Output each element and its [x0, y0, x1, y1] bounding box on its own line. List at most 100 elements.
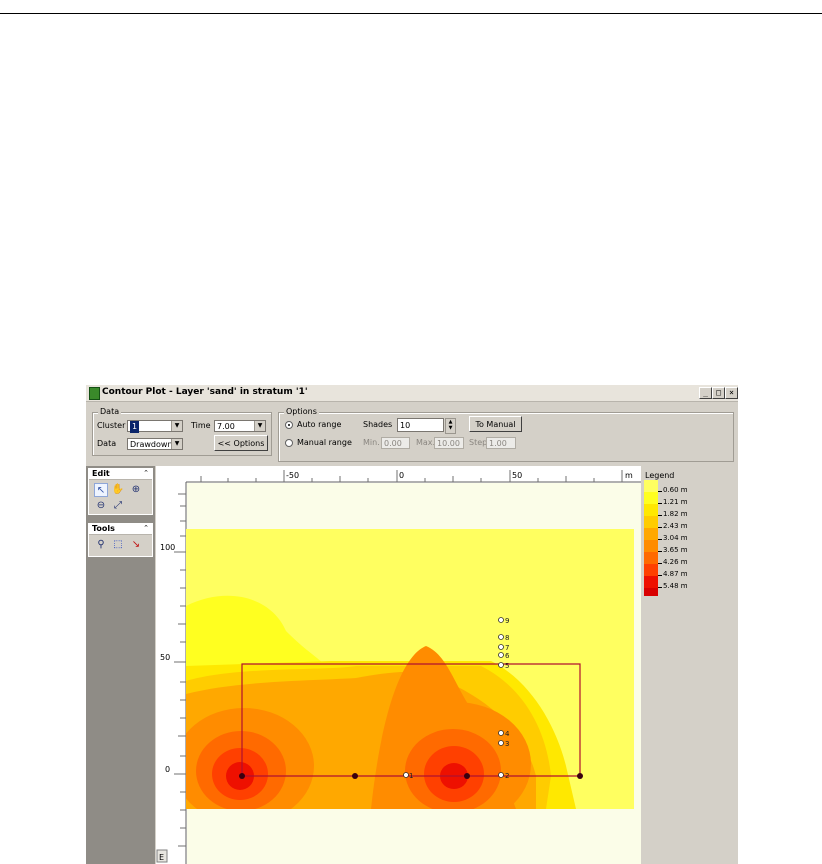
observation-well-icon[interactable] — [498, 772, 504, 778]
observation-well-icon[interactable] — [498, 740, 504, 746]
x-unit-label: m — [625, 471, 633, 480]
observation-well-icon[interactable] — [498, 652, 504, 658]
minimize-button[interactable]: _ — [699, 387, 712, 399]
max-label: Max. — [416, 438, 436, 447]
hand-icon[interactable]: ✋ — [111, 483, 125, 497]
time-value: 7.00 — [217, 422, 235, 431]
well-label: 2 — [505, 772, 509, 780]
legend: 0.60 m 1.21 m 1.82 m 2.43 m 3.04 m 3.65 m 4.26… — [644, 480, 734, 598]
pumping-well[interactable] — [352, 773, 358, 779]
plot-area[interactable]: -50 0 50 m 100 50 0 E 1 2 3 4 5 6 7 8 9 — [156, 466, 641, 864]
chevron-down-icon: ▼ — [171, 439, 182, 449]
well-label: 4 — [505, 730, 510, 738]
auto-range-label: Auto range — [297, 420, 342, 429]
chevron-down-icon: ▼ — [254, 421, 265, 431]
max-input[interactable]: 10.00 — [434, 437, 464, 449]
observation-well-icon[interactable] — [498, 662, 504, 668]
edit-panel: Edit ⌃ ↖ ✋ ⊕ ⊖ ⤢ — [88, 468, 153, 515]
close-button[interactable]: × — [725, 387, 738, 399]
legend-tick — [658, 515, 662, 516]
collapse-icon[interactable]: ⌃ — [143, 524, 149, 532]
x-tick-label: 0 — [399, 471, 404, 480]
legend-swatch — [644, 516, 658, 528]
legend-tick — [658, 551, 662, 552]
pumping-well[interactable] — [239, 773, 245, 779]
legend-label: 0.60 m — [663, 486, 688, 494]
min-label: Min. — [363, 438, 380, 447]
select-rect-icon[interactable]: ⬚ — [111, 538, 125, 552]
tool-pane: Edit ⌃ ↖ ✋ ⊕ ⊖ ⤢ Tools ⌃ ⚲ ⬚ ↘ — [86, 466, 155, 864]
observation-well-icon[interactable] — [498, 730, 504, 736]
step-label: Step — [469, 438, 488, 447]
manual-range-label: Manual range — [297, 438, 352, 447]
contour-plot[interactable]: -50 0 50 m 100 50 0 E 1 2 3 4 5 6 7 8 9 — [156, 466, 641, 864]
observation-well-icon[interactable] — [498, 617, 504, 623]
legend-label: 4.87 m — [663, 570, 688, 578]
data-group: Data Cluster 1 ▼ Time 7.00 ▼ Data Drawdo… — [92, 407, 272, 456]
legend-tick — [658, 503, 662, 504]
cluster-select[interactable]: 1 ▼ — [127, 420, 183, 433]
legend-tick — [658, 527, 662, 528]
observation-well-icon[interactable] — [498, 634, 504, 640]
legend-label: 4.26 m — [663, 558, 688, 566]
legend-swatch — [644, 480, 658, 492]
edit-panel-title: Edit — [92, 469, 110, 478]
tools-panel-title: Tools — [92, 524, 115, 533]
observation-well-icon[interactable] — [498, 644, 504, 650]
title-bar[interactable]: Contour Plot - Layer 'sand' in stratum '… — [86, 385, 738, 402]
zoom-extent-icon[interactable]: ⤢ — [111, 499, 125, 513]
profile-line-icon[interactable]: ↘ — [129, 538, 143, 552]
time-select[interactable]: 7.00 ▼ — [214, 420, 266, 432]
y-tick-label: 50 — [160, 653, 170, 662]
pumping-well[interactable] — [464, 773, 470, 779]
legend-swatch — [644, 504, 658, 516]
well-label: 1 — [409, 772, 413, 780]
min-input[interactable]: 0.00 — [381, 437, 410, 449]
contour-field — [186, 529, 634, 809]
step-input[interactable]: 1.00 — [486, 437, 516, 449]
data-select[interactable]: Drawdown ▼ — [127, 438, 183, 450]
to-manual-button[interactable]: To Manual — [469, 416, 522, 432]
cluster-value: 1 — [130, 421, 140, 433]
options-toggle-button[interactable]: << Options — [214, 435, 268, 451]
contour-plot-window: Contour Plot - Layer 'sand' in stratum '… — [86, 385, 738, 864]
legend-tick — [658, 587, 662, 588]
zoom-in-icon[interactable]: ⊕ — [129, 483, 143, 497]
legend-swatch — [644, 552, 658, 564]
legend-swatch — [644, 564, 658, 576]
spin-down-icon[interactable]: ▼ — [449, 425, 453, 431]
well-label: 7 — [505, 644, 509, 652]
data-label: Data — [97, 439, 117, 448]
auto-range-radio[interactable] — [285, 421, 293, 429]
left-ruler — [156, 466, 186, 864]
observation-well-icon[interactable] — [403, 772, 409, 778]
window-title: Contour Plot - Layer 'sand' in stratum '… — [102, 387, 308, 397]
y-tick-label: 100 — [160, 543, 175, 552]
edit-panel-header[interactable]: Edit ⌃ — [89, 469, 152, 480]
legend-swatch — [644, 576, 658, 588]
legend-label: 3.04 m — [663, 534, 688, 542]
zoom-out-icon[interactable]: ⊖ — [94, 499, 108, 513]
probe-icon[interactable]: ⚲ — [94, 538, 108, 552]
shades-spinner[interactable]: ▲ ▼ — [445, 418, 456, 434]
maximize-button[interactable]: □ — [712, 387, 725, 399]
shades-input[interactable]: 10 — [397, 418, 444, 432]
legend-label: 3.65 m — [663, 546, 688, 554]
cluster-label: Cluster — [97, 421, 126, 430]
app-icon — [89, 387, 100, 400]
pumping-well[interactable] — [577, 773, 583, 779]
well-label: 5 — [505, 662, 509, 670]
legend-swatch — [644, 492, 658, 504]
manual-range-radio[interactable] — [285, 439, 293, 447]
data-value: Drawdown — [130, 440, 173, 449]
legend-tick — [658, 575, 662, 576]
collapse-icon[interactable]: ⌃ — [143, 469, 149, 477]
legend-label: 1.21 m — [663, 498, 688, 506]
tools-panel-header[interactable]: Tools ⌃ — [89, 524, 152, 535]
x-tick-label: 50 — [512, 471, 522, 480]
legend-title: Legend — [645, 471, 675, 480]
pointer-icon[interactable]: ↖ — [94, 483, 108, 497]
well-label: 6 — [505, 652, 510, 660]
tools-panel: Tools ⌃ ⚲ ⬚ ↘ — [88, 523, 153, 557]
legend-tick — [658, 563, 662, 564]
